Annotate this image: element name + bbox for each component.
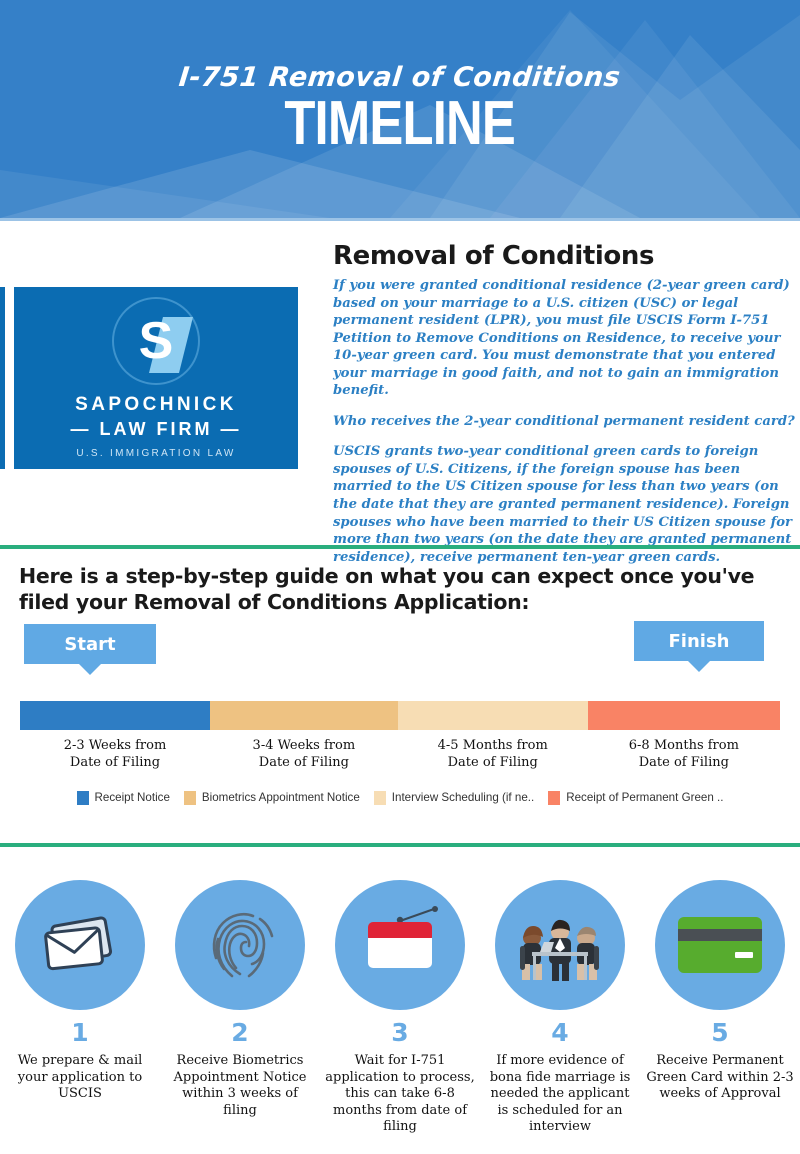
step-3: 3 Wait for I-751 application to process, … — [320, 880, 480, 1154]
steps-section: 1 We prepare & mail your application to U… — [0, 880, 800, 1154]
step-number: 1 — [71, 1018, 89, 1047]
start-marker: Start — [24, 624, 156, 675]
legend-label: Biometrics Appointment Notice — [201, 791, 360, 805]
timeline-segment-label-line: 4-5 Months from — [437, 738, 548, 753]
timeline-segment-label: 3-4 Weeks from Date of Filing — [210, 737, 398, 771]
start-marker-label: Start — [64, 633, 116, 655]
step-number: 4 — [551, 1018, 569, 1047]
logo-tagline: U.S. IMMIGRATION LAW — [76, 447, 236, 459]
logo-letter-s: S — [138, 312, 174, 371]
legend-item: Biometrics Appointment Notice — [183, 791, 360, 805]
finish-marker-label: Finish — [668, 630, 730, 652]
timeline-segment-label-line: 3-4 Weeks from — [252, 738, 356, 753]
timeline-segment-label: 4-5 Months from Date of Filing — [398, 737, 588, 771]
step-caption: We prepare & mail your application to US… — [17, 1053, 143, 1101]
step-4: 4 If more evidence of bona fide marriage … — [480, 880, 640, 1154]
timeline-segment-label-line: 6-8 Months from — [628, 738, 739, 753]
fingerprint-icon — [203, 906, 277, 984]
legend-item: Receipt Notice — [76, 791, 170, 805]
law-firm-logo: S SAPOCHNICK — LAW FIRM — U.S. IMMIGRATI… — [14, 287, 298, 469]
timeline-segment-label: 2-3 Weeks from Date of Filing — [20, 737, 210, 771]
step-1: 1 We prepare & mail your application to U… — [0, 880, 160, 1154]
timeline-bar-segment — [20, 701, 210, 730]
envelope-icon — [41, 910, 119, 980]
step-caption: Wait for I-751 application to process, t… — [325, 1053, 475, 1134]
step-caption: Receive Permanent Green Card within 2-3 … — [646, 1053, 794, 1101]
logo-left-accent-bar — [0, 287, 5, 469]
legend-swatch — [548, 791, 561, 805]
timeline-bar-segment — [587, 701, 780, 730]
legend-label: Receipt Notice — [94, 791, 170, 805]
green-card-icon — [677, 916, 763, 974]
step-icon-circle — [655, 880, 785, 1010]
section-divider-bottom — [0, 843, 800, 847]
intro-heading: Removal of Conditions — [333, 241, 655, 271]
timeline-bar — [20, 701, 780, 730]
step-icon-circle — [175, 880, 305, 1010]
step-icon-circle — [15, 880, 145, 1010]
legend-item: Receipt of Permanent Green .. — [548, 791, 723, 805]
timeline-heading: Here is a step-by-step guide on what you… — [19, 564, 755, 614]
legend-swatch — [76, 791, 89, 805]
timeline-segment-label-line: Date of Filing — [447, 755, 538, 771]
section-divider-top — [0, 545, 800, 549]
step-number: 3 — [391, 1018, 409, 1047]
logo-monogram-mark: S — [112, 297, 200, 386]
step-caption: If more evidence of bona fide marriage i… — [489, 1053, 631, 1134]
timeline-segment-label-line: Date of Filing — [258, 755, 349, 771]
page-title: TIMELINE — [284, 89, 517, 159]
legend-swatch — [373, 791, 386, 805]
step-number: 5 — [711, 1018, 729, 1047]
header-banner: I-751 Removal of Conditions TIMELINE — [0, 0, 800, 218]
legend-swatch — [183, 791, 196, 805]
step-caption: Receive Biometrics Appointment Notice wi… — [173, 1053, 307, 1118]
legend-item: Interview Scheduling (if ne.. — [373, 791, 535, 805]
timeline-segment-label-line: Date of Filing — [69, 755, 161, 771]
timeline-bar-segment — [397, 701, 588, 730]
timeline-bar-segment — [210, 701, 398, 730]
step-2: 2 Receive Biometrics Appointment Notice w… — [160, 880, 320, 1154]
logo-firm-name: SAPOCHNICK — [75, 394, 237, 416]
timeline-segment-label: 6-8 Months from Date of Filing — [588, 737, 780, 771]
step-5: 5 Receive Permanent Green Card within 2-3… — [640, 880, 800, 1154]
step-icon-circle — [335, 880, 465, 1010]
calendar-icon — [360, 905, 440, 985]
header-kicker: I-751 Removal of Conditions — [177, 62, 623, 94]
intro-section: S SAPOCHNICK — LAW FIRM — U.S. IMMIGRATI… — [0, 221, 800, 565]
finish-marker: Finish — [634, 621, 764, 672]
logo-firm-subname: — LAW FIRM — — [70, 419, 242, 440]
intro-paragraph-2: Who receives the 2-year conditional perm… — [333, 413, 795, 429]
intro-paragraph-1: If you were granted conditional residenc… — [333, 278, 790, 399]
step-icon-circle — [495, 880, 625, 1010]
timeline-bar-labels: 2-3 Weeks from Date of Filing 3-4 Weeks fr… — [20, 737, 780, 771]
timeline-segment-label-line: Date of Filing — [638, 755, 729, 771]
legend-label: Interview Scheduling (if ne.. — [391, 791, 535, 805]
intro-text-block: Removal of Conditions If you were grante… — [333, 241, 795, 566]
legend-label: Receipt of Permanent Green .. — [566, 791, 724, 805]
step-number: 2 — [231, 1018, 249, 1047]
interview-meeting-icon — [510, 906, 610, 984]
chart-legend: Receipt Notice Biometrics Appointment Not… — [0, 791, 800, 805]
timeline-segment-label-line: 2-3 Weeks from — [63, 738, 167, 753]
